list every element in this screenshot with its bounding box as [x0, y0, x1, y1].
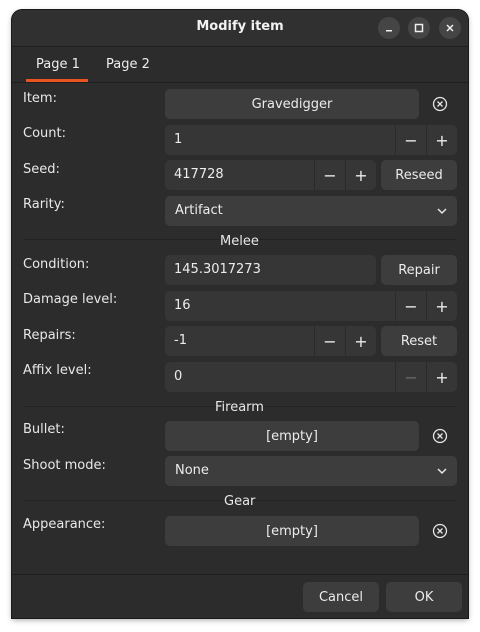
seed-increment-button[interactable]: + — [346, 160, 376, 190]
bullet-value: [empty] — [266, 428, 318, 444]
clear-bullet-icon[interactable] — [432, 428, 448, 444]
title-bar: Modify item — [12, 10, 468, 47]
repairs-label: Repairs: — [23, 328, 76, 343]
tab-bar: Page 1 Page 2 — [12, 47, 468, 83]
damage-level-label: Damage level: — [23, 292, 118, 307]
item-label: Item: — [23, 91, 57, 106]
condition-label: Condition: — [23, 257, 90, 272]
item-select-button[interactable]: Gravedigger — [165, 89, 419, 119]
seed-value: 417728 — [174, 167, 224, 182]
active-tab-indicator — [26, 79, 88, 82]
bullet-label: Bullet: — [23, 422, 65, 437]
affix-level-decrement-button[interactable]: − — [396, 362, 426, 392]
dialog-footer: Cancel OK — [12, 574, 468, 618]
cancel-button[interactable]: Cancel — [303, 582, 379, 612]
clear-appearance-icon[interactable] — [432, 523, 448, 539]
tab-page-2[interactable]: Page 2 — [106, 57, 150, 72]
reseed-button[interactable]: Reseed — [381, 160, 457, 190]
ok-button[interactable]: OK — [386, 582, 462, 612]
affix-level-increment-button[interactable]: + — [427, 362, 457, 392]
affix-level-value: 0 — [174, 369, 183, 384]
repairs-increment-button[interactable]: + — [346, 326, 376, 356]
damage-level-decrement-button[interactable]: − — [396, 291, 426, 321]
modify-item-dialog: Modify item Page 1 Page 2 Item: Gravedig… — [12, 10, 468, 618]
cancel-label: Cancel — [318, 589, 364, 605]
rarity-label: Rarity: — [23, 197, 65, 212]
count-spinbutton[interactable]: 1 − + — [165, 125, 457, 155]
chevron-down-icon — [437, 208, 447, 215]
minimize-button[interactable] — [378, 17, 400, 39]
condition-value: 145.3017273 — [174, 262, 261, 277]
appearance-select-button[interactable]: [empty] — [165, 516, 419, 546]
appearance-value: [empty] — [266, 523, 318, 539]
repair-label: Repair — [398, 262, 440, 278]
appearance-label: Appearance: — [23, 517, 106, 532]
rarity-value: Artifact — [175, 203, 223, 218]
section-gear-heading: Gear — [224, 494, 256, 509]
damage-level-spinbutton[interactable]: 16 − + — [165, 291, 457, 321]
ok-label: OK — [414, 589, 434, 605]
count-decrement-button[interactable]: − — [396, 125, 426, 155]
count-increment-button[interactable]: + — [427, 125, 457, 155]
section-melee-heading: Melee — [220, 234, 259, 249]
shoot-mode-value: None — [175, 463, 209, 478]
reset-button[interactable]: Reset — [381, 326, 457, 356]
rarity-dropdown[interactable]: Artifact — [165, 196, 457, 226]
repairs-value: -1 — [174, 333, 187, 348]
reseed-label: Reseed — [395, 167, 443, 183]
affix-level-spinbutton[interactable]: 0 − + — [165, 362, 457, 392]
tab-page-1[interactable]: Page 1 — [36, 57, 80, 72]
seed-label: Seed: — [23, 162, 60, 177]
count-label: Count: — [23, 126, 66, 141]
close-icon — [446, 24, 454, 32]
maximize-button[interactable] — [408, 17, 430, 39]
close-window-button[interactable] — [439, 17, 461, 39]
maximize-icon — [414, 23, 424, 33]
damage-level-value: 16 — [174, 298, 191, 313]
chevron-down-icon — [437, 468, 447, 475]
damage-level-increment-button[interactable]: + — [427, 291, 457, 321]
affix-level-label: Affix level: — [23, 363, 92, 378]
repair-button[interactable]: Repair — [381, 255, 457, 285]
clear-item-icon[interactable] — [432, 96, 448, 112]
count-value: 1 — [174, 132, 183, 147]
bullet-select-button[interactable]: [empty] — [165, 421, 419, 451]
seed-decrement-button[interactable]: − — [315, 160, 345, 190]
item-value: Gravedigger — [251, 96, 333, 112]
section-firearm-heading: Firearm — [215, 400, 264, 415]
minimize-icon — [386, 30, 392, 32]
repairs-decrement-button[interactable]: − — [315, 326, 345, 356]
repairs-spinbutton[interactable]: -1 − + — [165, 326, 376, 356]
seed-spinbutton[interactable]: 417728 − + — [165, 160, 376, 190]
shoot-mode-dropdown[interactable]: None — [165, 456, 457, 486]
shoot-mode-label: Shoot mode: — [23, 458, 106, 473]
condition-input[interactable]: 145.3017273 — [165, 255, 376, 285]
reset-label: Reset — [400, 333, 438, 349]
